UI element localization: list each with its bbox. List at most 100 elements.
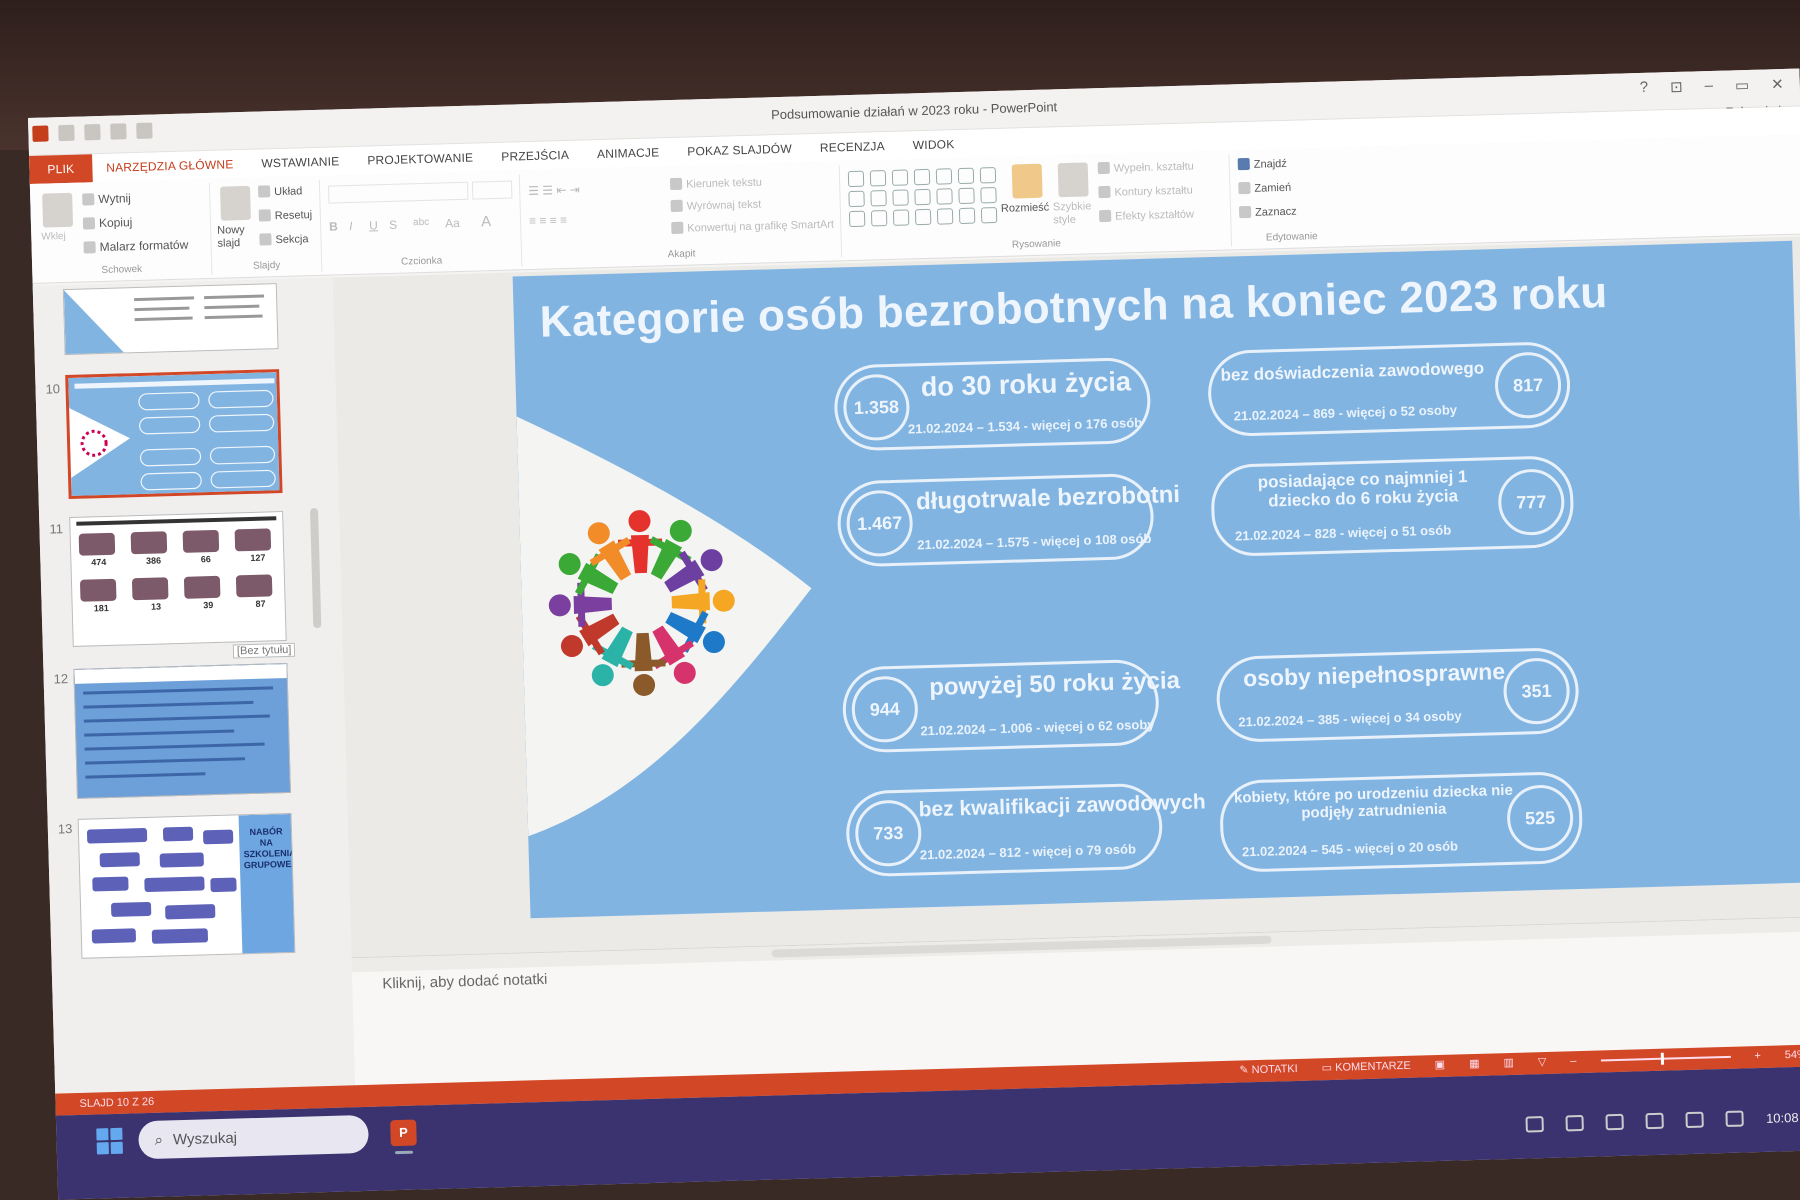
globe-icon[interactable] <box>1645 1112 1665 1130</box>
current-slide[interactable]: Kategorie osób bezrobotnych na koniec 20… <box>512 240 1800 919</box>
tab-slideshow[interactable]: POKAZ SLAJDÓW <box>673 141 806 159</box>
zoom-in-icon[interactable]: + <box>1754 1049 1761 1061</box>
arrange-button[interactable]: Rozmieść <box>1001 202 1050 215</box>
shape-icon[interactable] <box>870 210 888 227</box>
quick-styles-icon[interactable] <box>1057 162 1089 198</box>
zoom-slider[interactable] <box>1600 1055 1731 1061</box>
align-text-button[interactable]: Wyrównaj tekst <box>670 198 761 214</box>
copy-button[interactable]: Kopiuj <box>82 215 133 230</box>
shape-icon[interactable] <box>891 169 909 186</box>
shape-icon[interactable] <box>848 210 866 228</box>
shape-icon[interactable] <box>892 189 909 206</box>
strikethrough-button[interactable]: abc <box>413 217 429 228</box>
font-size-select[interactable] <box>471 180 513 200</box>
tab-animations[interactable]: ANIMACJE <box>583 145 674 162</box>
shape-outline-button[interactable]: Kontury kształtu <box>1098 184 1193 200</box>
cut-button[interactable]: Wytnij <box>82 191 131 206</box>
smartart-button[interactable]: Konwertuj na grafikę SmartArt <box>671 218 834 236</box>
slide-thumbnail-12[interactable] <box>73 662 291 799</box>
taskbar-search[interactable]: ⌕ Wyszukaj <box>138 1114 370 1160</box>
slide-thumbnail-10[interactable] <box>65 369 283 500</box>
replace-button[interactable]: Zamień <box>1238 181 1291 195</box>
scrollbar-thumb[interactable] <box>310 508 322 629</box>
ribbon-display-icon[interactable]: ⊡ <box>1670 78 1683 96</box>
shape-icon[interactable] <box>958 187 975 205</box>
shape-effects-button[interactable]: Efekty kształtów <box>1098 207 1194 223</box>
slide-sorter-icon[interactable]: ▦ <box>1469 1057 1480 1070</box>
paste-icon[interactable] <box>42 192 74 228</box>
slideshow-view-icon[interactable]: ▽ <box>1538 1055 1547 1068</box>
format-painter-button[interactable]: Malarz formatów <box>83 238 188 255</box>
italic-button[interactable]: I <box>349 219 353 233</box>
thumbnails-scrollbar[interactable] <box>303 278 336 1086</box>
network-icon[interactable] <box>1565 1114 1585 1132</box>
select-icon <box>1238 205 1252 219</box>
shape-icon[interactable] <box>957 167 975 185</box>
shape-icon[interactable] <box>979 166 997 184</box>
shape-icon[interactable] <box>913 168 931 186</box>
shape-fill-button[interactable]: Wypełn. kształtu <box>1097 159 1194 175</box>
tab-design[interactable]: PROJEKTOWANIE <box>353 150 487 168</box>
help-icon[interactable]: ? <box>1640 79 1649 97</box>
zoom-level[interactable]: 54% <box>1785 1048 1800 1061</box>
tab-transitions[interactable]: PRZEJŚCIA <box>487 148 583 165</box>
paste-button[interactable]: Wklej <box>41 231 66 243</box>
comments-button[interactable]: ▭ KOMENTARZE <box>1322 1059 1411 1074</box>
quick-styles-button[interactable]: Szybkie style <box>1053 200 1094 227</box>
tab-home[interactable]: NARZĘDZIA GŁÓWNE <box>92 157 248 175</box>
arrange-icon[interactable] <box>1011 163 1043 199</box>
restore-icon[interactable]: ▭ <box>1735 76 1750 94</box>
tab-file[interactable]: PLIK <box>29 154 93 184</box>
alignment-icon[interactable]: ≡ ≡ ≡ ≡ <box>529 213 567 228</box>
zoom-out-icon[interactable]: – <box>1570 1055 1576 1067</box>
notes-placeholder[interactable]: Kliknij, aby dodać notatki <box>382 971 548 993</box>
volume-icon[interactable] <box>1685 1111 1705 1129</box>
normal-view-icon[interactable]: ▣ <box>1435 1058 1446 1071</box>
clock[interactable]: 10:08 <box>1766 1109 1799 1125</box>
text-direction-button[interactable]: Kierunek tekstu <box>669 176 762 192</box>
new-slide-button[interactable]: Nowy slajd <box>217 224 258 251</box>
slide-thumbnail-9[interactable] <box>62 283 279 356</box>
shape-icon[interactable] <box>980 186 997 204</box>
select-button[interactable]: Zaznacz <box>1238 205 1297 220</box>
shape-icon[interactable] <box>869 170 887 187</box>
shape-icon[interactable] <box>848 190 865 208</box>
font-name-select[interactable] <box>328 181 469 204</box>
minimize-icon[interactable]: – <box>1704 77 1713 95</box>
change-case-button[interactable]: Aa <box>445 216 460 230</box>
layout-button[interactable]: Układ <box>257 184 302 198</box>
font-color-button[interactable]: A <box>481 213 491 230</box>
shape-icon[interactable] <box>847 170 865 188</box>
reset-button[interactable]: Resetuj <box>258 208 312 222</box>
chevron-up-icon[interactable] <box>1525 1116 1545 1133</box>
close-icon[interactable]: ✕ <box>1771 75 1784 93</box>
slide-thumbnail-11[interactable]: 474 386 66 127 181 13 39 87 <box>69 511 287 647</box>
shape-icon[interactable] <box>870 190 887 207</box>
shape-icon[interactable] <box>936 188 953 205</box>
find-button[interactable]: Znajdź <box>1237 157 1287 171</box>
shape-icon[interactable] <box>914 188 931 206</box>
tab-insert[interactable]: WSTAWIANIE <box>247 154 353 171</box>
shape-icon[interactable] <box>936 208 954 225</box>
windows-start-icon[interactable] <box>96 1127 123 1155</box>
tab-view[interactable]: WIDOK <box>899 137 969 153</box>
shape-icon[interactable] <box>892 209 910 226</box>
shape-icon[interactable] <box>980 206 998 224</box>
bold-button[interactable]: B <box>329 219 338 233</box>
shape-icon[interactable] <box>914 208 932 226</box>
shapes-gallery[interactable] <box>847 166 1000 228</box>
notes-button[interactable]: ✎ NOTATKI <box>1239 1062 1298 1077</box>
shape-icon[interactable] <box>958 207 976 225</box>
slide-thumbnail-13[interactable]: NABÓR NA SZKOLENIA GRUPOWE <box>77 812 296 959</box>
tab-review[interactable]: RECENZJA <box>806 139 899 156</box>
shape-icon[interactable] <box>935 168 953 185</box>
shadow-button[interactable]: S <box>389 218 397 232</box>
section-button[interactable]: Sekcja <box>259 232 309 246</box>
underline-button[interactable]: U <box>369 218 378 232</box>
reading-view-icon[interactable]: ▥ <box>1503 1056 1514 1069</box>
powerpoint-taskbar-icon[interactable]: P <box>390 1119 417 1147</box>
bullets-icon[interactable]: ☰ ☰ ⇤ ⇥ <box>528 183 580 198</box>
app-tray-icon[interactable] <box>1605 1113 1625 1131</box>
new-slide-icon[interactable] <box>219 185 251 221</box>
battery-icon[interactable] <box>1725 1110 1745 1127</box>
